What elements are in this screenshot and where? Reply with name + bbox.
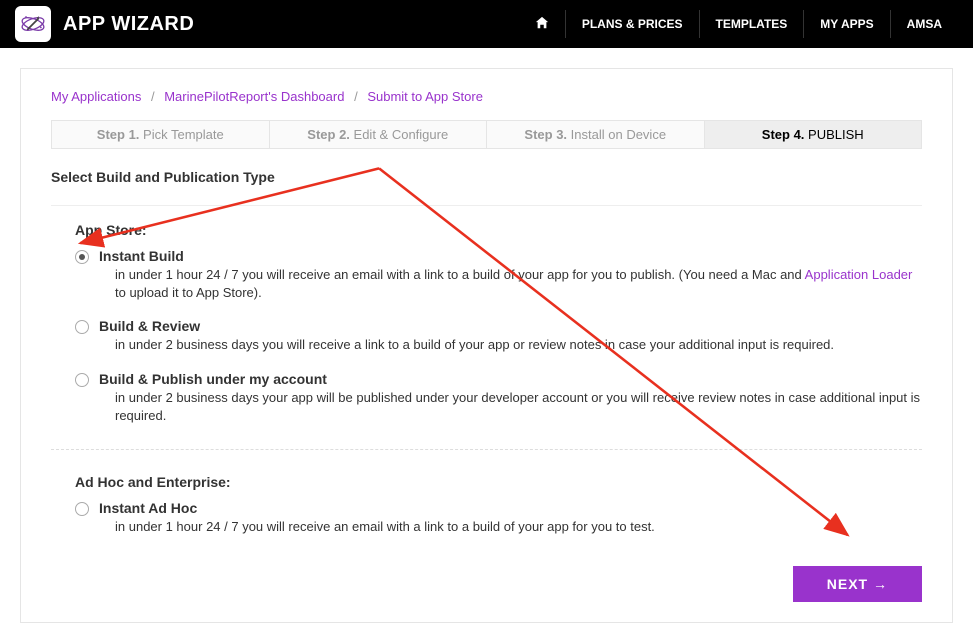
breadcrumb: My Applications / MarinePilotReport's Da… [51,89,922,104]
adhoc-heading: Ad Hoc and Enterprise: [75,474,922,490]
option-desc: in under 2 business days your app will b… [99,389,922,425]
step-4[interactable]: Step 4. PUBLISH [705,121,922,148]
application-loader-link[interactable]: Application Loader [805,267,913,282]
nav-user[interactable]: AMSA [890,10,958,38]
radio-instant-build[interactable] [75,250,89,264]
nav-my-apps[interactable]: MY APPS [803,10,889,38]
option-desc: in under 1 hour 24 / 7 you will receive … [99,518,922,536]
crumb-submit[interactable]: Submit to App Store [367,89,483,104]
radio-build-review[interactable] [75,320,89,334]
app-store-heading: App Store: [75,222,922,238]
divider [51,205,922,206]
section-title: Select Build and Publication Type [51,169,922,185]
option-build-publish[interactable]: Build & Publish under my account in unde… [75,371,922,425]
crumb-my-applications[interactable]: My Applications [51,89,141,104]
nav-templates[interactable]: TEMPLATES [699,10,804,38]
option-title: Instant Ad Hoc [99,500,922,516]
adhoc-group: Ad Hoc and Enterprise: Instant Ad Hoc in… [51,474,922,536]
option-instant-build[interactable]: Instant Build in under 1 hour 24 / 7 you… [75,248,922,302]
app-store-group: App Store: Instant Build in under 1 hour… [51,222,922,425]
wizard-steps: Step 1. Pick Template Step 2. Edit & Con… [51,120,922,149]
option-title: Build & Review [99,318,922,334]
app-title: APP WIZARD [63,13,194,36]
option-instant-adhoc[interactable]: Instant Ad Hoc in under 1 hour 24 / 7 yo… [75,500,922,536]
header: APP WIZARD PLANS & PRICES TEMPLATES MY A… [0,0,973,48]
dashed-divider [51,449,922,450]
main-card: My Applications / MarinePilotReport's Da… [20,68,953,623]
nav-plans-prices[interactable]: PLANS & PRICES [565,10,699,38]
option-build-review[interactable]: Build & Review in under 2 business days … [75,318,922,354]
next-button[interactable]: NEXT → [793,566,922,602]
option-title: Instant Build [99,248,922,264]
step-2[interactable]: Step 2. Edit & Configure [270,121,488,148]
radio-build-publish[interactable] [75,373,89,387]
step-3[interactable]: Step 3. Install on Device [487,121,705,148]
option-desc: in under 2 business days you will receiv… [99,336,922,354]
option-title: Build & Publish under my account [99,371,922,387]
home-icon[interactable] [519,16,565,33]
crumb-dashboard[interactable]: MarinePilotReport's Dashboard [164,89,344,104]
radio-instant-adhoc[interactable] [75,502,89,516]
step-1[interactable]: Step 1. Pick Template [52,121,270,148]
app-logo [15,6,51,42]
option-desc: in under 1 hour 24 / 7 you will receive … [99,266,922,302]
